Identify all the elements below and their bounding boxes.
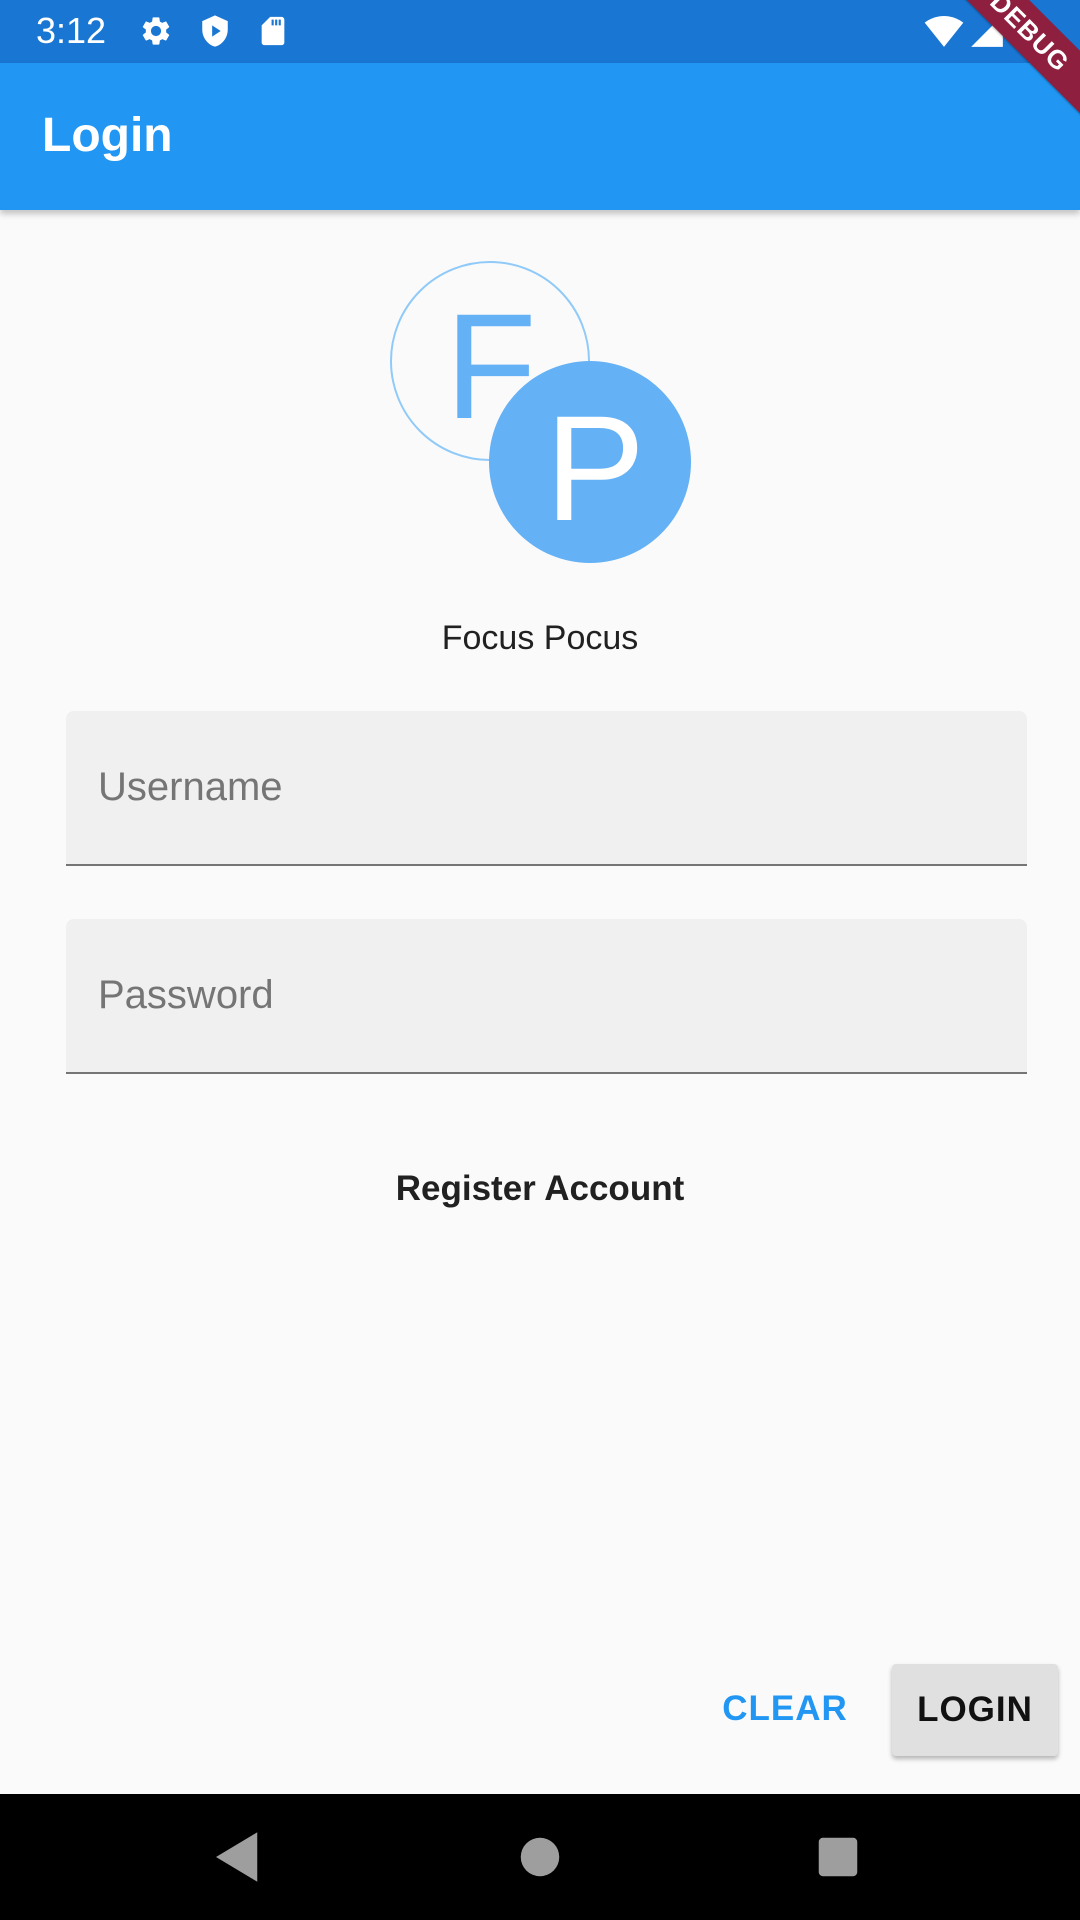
status-bar: 3:12 <box>0 0 1080 63</box>
page-title: Login <box>42 109 173 162</box>
navigation-bar <box>0 1794 1080 1920</box>
password-field[interactable] <box>66 919 1027 1074</box>
clear-button[interactable]: CLEAR <box>710 1664 860 1754</box>
sd-card-icon <box>261 16 285 46</box>
settings-icon <box>142 17 170 45</box>
logo-letter-p: P <box>545 384 645 552</box>
status-time: 3:12 <box>36 10 107 51</box>
shield-play-icon <box>202 15 228 47</box>
app-name: Focus Pocus <box>441 619 639 657</box>
login-screen: 3:12 DEBUG Login F P Focus Pocus Usernam… <box>0 0 1080 1920</box>
login-button[interactable]: LOGIN <box>892 1664 1058 1756</box>
wifi-icon <box>924 16 964 47</box>
app-bar: Login <box>0 63 1080 210</box>
register-account-button[interactable]: Register Account <box>340 1162 740 1216</box>
back-icon[interactable] <box>205 1824 271 1890</box>
focus-pocus-logo: F P <box>390 261 691 563</box>
recents-icon[interactable] <box>805 1824 871 1890</box>
password-input[interactable] <box>98 919 998 1072</box>
home-icon[interactable] <box>507 1824 573 1890</box>
username-input[interactable] <box>98 711 998 864</box>
username-field[interactable] <box>66 711 1027 866</box>
